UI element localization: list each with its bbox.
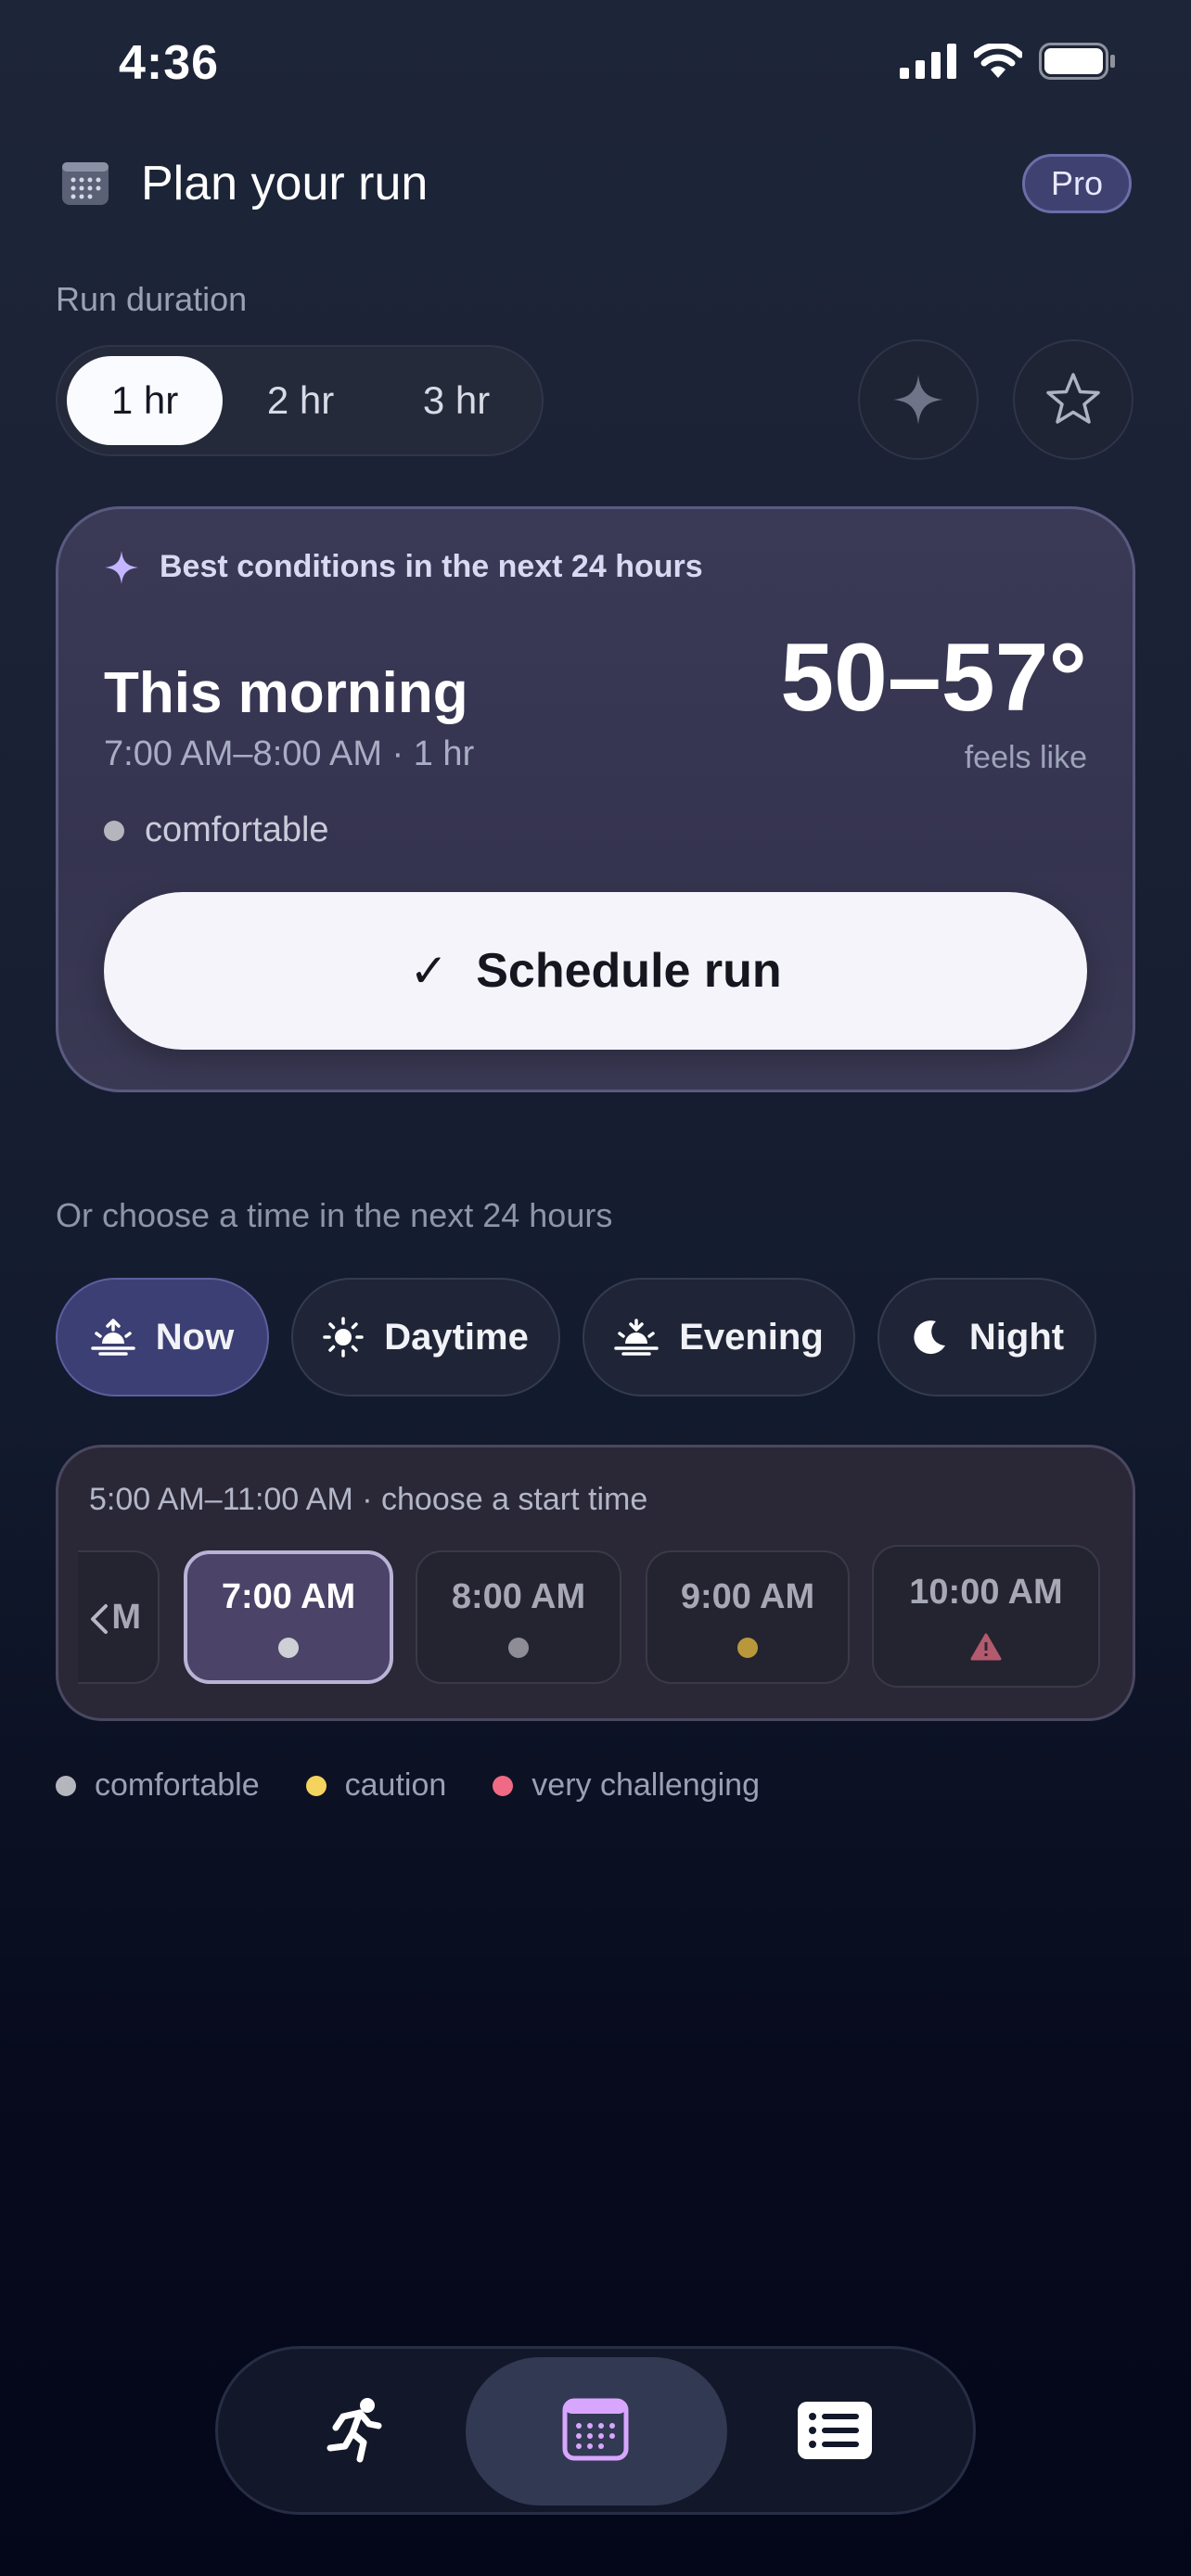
sparkle-button[interactable] <box>858 339 979 460</box>
sparkle-icon <box>105 550 138 584</box>
feels-like-label: feels like <box>964 740 1087 775</box>
wifi-icon <box>974 44 1022 78</box>
checkmark-icon: ✓ <box>409 945 449 997</box>
choose-time-label: Or choose a time in the next 24 hours <box>56 1196 613 1234</box>
schedule-run-label: Schedule run <box>476 944 782 998</box>
legend-caution-label: caution <box>344 1767 447 1803</box>
duration-option-3hr[interactable]: 3 hr <box>378 356 534 445</box>
signal-icon <box>900 44 956 79</box>
chip-daytime-label: Daytime <box>384 1316 529 1358</box>
comfortable-dot <box>104 820 124 841</box>
battery-icon <box>1039 43 1115 80</box>
very-challenging-dot <box>493 1775 514 1796</box>
sunrise-icon <box>91 1319 135 1356</box>
best-condition-label: comfortable <box>145 810 329 849</box>
temperature-range: 50–57° <box>780 624 1087 732</box>
time-slot-9am[interactable]: 9:00 AM <box>646 1550 850 1684</box>
time-slot-7am[interactable]: 7:00 AM <box>184 1550 393 1684</box>
time-slot-10am-label: 10:00 AM <box>909 1572 1063 1612</box>
best-title: This morning <box>104 661 468 725</box>
list-icon[interactable] <box>798 2402 872 2459</box>
sparkle-icon <box>893 375 943 425</box>
chip-now[interactable]: Now <box>56 1278 269 1396</box>
schedule-run-button[interactable]: ✓ Schedule run <box>104 892 1087 1050</box>
comfortable-dot <box>508 1637 529 1658</box>
best-subtitle: 7:00 AM–8:00 AM · 1 hr <box>104 734 475 773</box>
best-condition: comfortable <box>104 810 329 850</box>
caution-dot <box>737 1637 758 1658</box>
comfortable-dot <box>56 1775 76 1796</box>
legend-very-challenging: very challenging <box>493 1767 760 1804</box>
time-slot-9am-label: 9:00 AM <box>680 1576 815 1616</box>
status-time: 4:36 <box>119 36 220 90</box>
calendar-icon[interactable] <box>562 2398 629 2461</box>
time-slot-8am[interactable]: 8:00 AM <box>416 1550 621 1684</box>
calendar-icon <box>62 162 109 205</box>
star-icon <box>1046 373 1100 424</box>
legend-comfortable-label: comfortable <box>95 1767 260 1803</box>
legend-comfortable: comfortable <box>56 1767 260 1804</box>
best-conditions-heading: Best conditions in the next 24 hours <box>104 549 703 585</box>
caution-dot <box>305 1775 327 1796</box>
sunset-icon <box>614 1319 659 1356</box>
chip-now-label: Now <box>155 1316 235 1358</box>
time-slot-10am[interactable]: 10:00 AM <box>872 1545 1100 1688</box>
chip-evening[interactable]: Evening <box>583 1278 855 1396</box>
start-time-label: 5:00 AM–11:00 AM · choose a start time <box>89 1482 648 1517</box>
run-duration-label: Run duration <box>56 280 248 318</box>
duration-option-1hr[interactable]: 1 hr <box>67 356 223 445</box>
moon-icon <box>914 1320 945 1355</box>
chevron-left-icon[interactable] <box>87 1602 109 1636</box>
status-icons <box>900 43 1115 80</box>
chip-evening-label: Evening <box>679 1316 824 1358</box>
time-slot-7am-label: 7:00 AM <box>221 1576 356 1616</box>
chip-night[interactable]: Night <box>877 1278 1096 1396</box>
best-heading-text: Best conditions in the next 24 hours <box>160 549 703 584</box>
duration-segmented-control: 1 hr 2 hr 3 hr <box>56 345 544 456</box>
favorite-button[interactable] <box>1013 339 1133 460</box>
chip-night-label: Night <box>968 1316 1065 1358</box>
pro-badge[interactable]: Pro <box>1022 154 1132 213</box>
time-slot-partial-label: M <box>111 1597 141 1637</box>
legend-very-challenging-label: very challenging <box>531 1767 760 1803</box>
warning-icon <box>970 1633 1002 1660</box>
run-icon[interactable] <box>323 2396 388 2465</box>
page-title: Plan your run <box>141 157 429 210</box>
time-slot-8am-label: 8:00 AM <box>451 1576 586 1616</box>
chip-daytime[interactable]: Daytime <box>291 1278 560 1396</box>
duration-option-2hr[interactable]: 2 hr <box>223 356 378 445</box>
legend-caution: caution <box>305 1767 447 1804</box>
sun-icon <box>323 1317 364 1358</box>
condition-legend: comfortable caution very challenging <box>56 1767 806 1804</box>
comfortable-dot <box>278 1637 299 1658</box>
